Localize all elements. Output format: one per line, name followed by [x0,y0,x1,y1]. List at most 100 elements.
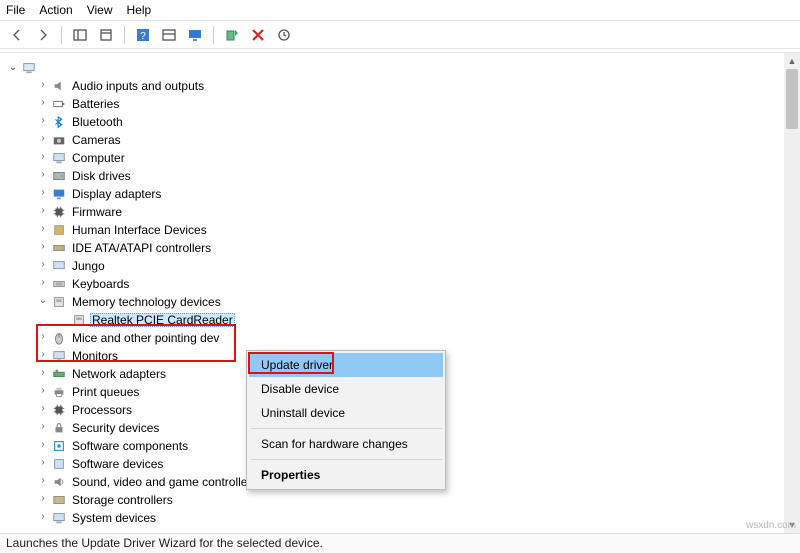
category-label: IDE ATA/ATAPI controllers [70,241,213,255]
menu-action[interactable]: Action [39,3,72,17]
ctx-update-driver[interactable]: Update driver [249,353,443,377]
category-icon [51,78,67,94]
category-icon [51,510,67,526]
ctx-separator [250,459,442,460]
chevron-right-icon[interactable]: › [36,350,50,360]
computer-icon [21,60,37,76]
tree-category[interactable]: ›Disk drives [6,167,800,185]
forward-button[interactable] [32,24,54,46]
help-icon[interactable]: ? [132,24,154,46]
category-icon [51,402,67,418]
category-icon [51,96,67,112]
tree-category[interactable]: › Jungo [6,257,800,275]
back-button[interactable] [6,24,28,46]
properties-icon[interactable] [95,24,117,46]
category-icon [51,366,67,382]
card-reader-icon [71,312,87,328]
chevron-down-icon[interactable]: ⌄ [36,296,50,306]
chevron-right-icon[interactable]: › [36,368,50,378]
chevron-right-icon[interactable]: › [36,224,50,234]
tree-category[interactable]: › Human Interface Devices [6,221,800,239]
category-label: Monitors [70,349,120,363]
chevron-right-icon[interactable]: › [36,332,50,342]
tree-category[interactable]: › Computer [6,149,800,167]
tree-category[interactable]: ›Audio inputs and outputs [6,77,800,95]
uninstall-icon[interactable] [247,24,269,46]
category-icon [51,132,67,148]
menu-file[interactable]: File [6,3,25,17]
chevron-right-icon[interactable]: › [36,116,50,126]
scrollbar-thumb[interactable] [786,69,798,129]
category-icon [51,258,67,274]
menu-view[interactable]: View [87,3,113,17]
chevron-right-icon[interactable]: › [36,152,50,162]
tree-category[interactable]: ›Mice and other pointing dev [6,329,800,347]
chevron-right-icon[interactable]: › [36,386,50,396]
ctx-scan-hardware[interactable]: Scan for hardware changes [249,432,443,456]
vertical-scrollbar[interactable]: ▲ ▼ [784,53,800,533]
category-label: Sound, video and game controllers [70,475,259,489]
chevron-right-icon[interactable]: › [36,440,50,450]
category-icon [51,474,67,490]
tree-category[interactable]: › Firmware [6,203,800,221]
status-text: Launches the Update Driver Wizard for th… [6,536,323,550]
tree-category[interactable]: › Cameras [6,131,800,149]
chevron-right-icon[interactable]: › [36,422,50,432]
chevron-right-icon[interactable]: › [36,134,50,144]
chevron-right-icon[interactable]: › [36,98,50,108]
tree-category[interactable]: ›Keyboards [6,275,800,293]
menu-help[interactable]: Help [127,3,152,17]
status-bar: Launches the Update Driver Wizard for th… [0,533,800,553]
category-icon [51,114,67,130]
scan-hardware-icon[interactable] [273,24,295,46]
category-label: Cameras [70,133,123,147]
chevron-right-icon[interactable]: › [36,80,50,90]
chevron-right-icon[interactable]: › [36,260,50,270]
tree-category[interactable]: › IDE ATA/ATAPI controllers [6,239,800,257]
watermark: wsxdn.com [746,520,796,531]
category-icon [51,276,67,292]
chevron-right-icon[interactable]: › [36,206,50,216]
tree-category[interactable]: ›Batteries [6,95,800,113]
chevron-right-icon[interactable]: › [36,476,50,486]
category-label: Jungo [70,259,107,273]
ctx-disable-device[interactable]: Disable device [249,377,443,401]
ctx-uninstall-device[interactable]: Uninstall device [249,401,443,425]
panel-icon[interactable] [158,24,180,46]
chevron-right-icon[interactable]: › [36,458,50,468]
tree-category[interactable]: ›Display adapters [6,185,800,203]
root-node[interactable]: ⌄ [6,59,800,77]
context-menu: Update driver Disable device Uninstall d… [246,350,446,490]
chevron-right-icon[interactable]: › [36,494,50,504]
category-icon [51,168,67,184]
category-icon [51,240,67,256]
scroll-up-icon[interactable]: ▲ [784,53,800,69]
monitor-icon[interactable] [184,24,206,46]
category-label: Firmware [70,205,124,219]
category-icon [51,150,67,166]
ctx-properties[interactable]: Properties [249,463,443,487]
update-driver-icon[interactable] [221,24,243,46]
tree-category[interactable]: ›Storage controllers [6,491,800,509]
category-label: Security devices [70,421,161,435]
tree-category[interactable]: ›Bluetooth [6,113,800,131]
chevron-right-icon[interactable]: › [36,188,50,198]
chevron-right-icon[interactable]: › [36,404,50,414]
chevron-right-icon[interactable]: › [36,170,50,180]
chevron-right-icon[interactable]: › [36,512,50,522]
show-hide-tree-icon[interactable] [69,24,91,46]
tree-category[interactable]: ⌄Memory technology devices [6,293,800,311]
category-label: Computer [70,151,127,165]
category-icon [51,294,67,310]
chevron-right-icon[interactable]: › [36,242,50,252]
tree-device-selected[interactable]: Realtek PCIE CardReader [6,311,800,329]
category-icon [51,222,67,238]
svg-text:?: ? [140,31,146,42]
tree-category[interactable]: ›System devices [6,509,800,527]
category-label: Processors [70,403,134,417]
category-label: Human Interface Devices [70,223,209,237]
chevron-down-icon[interactable]: ⌄ [6,63,20,73]
device-label: Realtek PCIE CardReader [90,313,235,327]
chevron-right-icon[interactable]: › [36,278,50,288]
category-icon [51,384,67,400]
